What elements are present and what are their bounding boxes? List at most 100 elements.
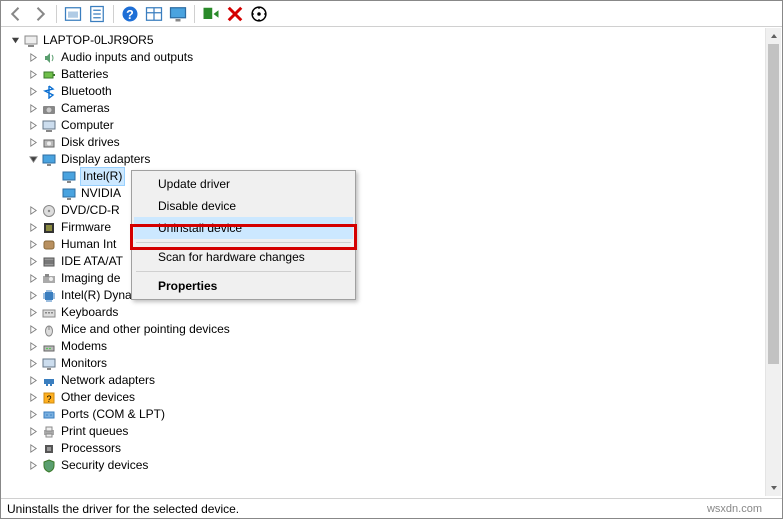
chevron-icon[interactable] bbox=[27, 375, 39, 387]
chevron-icon[interactable] bbox=[27, 137, 39, 149]
chevron-icon[interactable] bbox=[27, 239, 39, 251]
ports-icon bbox=[41, 407, 57, 423]
display-icon bbox=[41, 152, 57, 168]
chevron-icon[interactable] bbox=[27, 120, 39, 132]
tree-category-label: Other devices bbox=[61, 389, 135, 406]
menu-update-driver[interactable]: Update driver bbox=[134, 173, 353, 195]
tree-category-label: Audio inputs and outputs bbox=[61, 49, 193, 66]
tree-category[interactable]: Security devices bbox=[5, 457, 782, 474]
chevron-icon[interactable] bbox=[27, 341, 39, 353]
menu-scan-hardware[interactable]: Scan for hardware changes bbox=[134, 246, 353, 268]
chevron-icon[interactable] bbox=[27, 460, 39, 472]
tree-root[interactable]: LAPTOP-0LJR9OR5 bbox=[5, 32, 782, 49]
tree-category[interactable]: Mice and other pointing devices bbox=[5, 321, 782, 338]
imaging-icon bbox=[41, 271, 57, 287]
tree-category[interactable]: Display adapters bbox=[5, 151, 782, 168]
tree-category-label: Mice and other pointing devices bbox=[61, 321, 230, 338]
help-button[interactable]: ? bbox=[119, 3, 141, 25]
forward-button[interactable] bbox=[29, 3, 51, 25]
disk-icon bbox=[41, 135, 57, 151]
chevron-icon[interactable] bbox=[27, 409, 39, 421]
tree-category[interactable]: Disk drives bbox=[5, 134, 782, 151]
display-icon bbox=[61, 169, 77, 185]
chevron-icon[interactable] bbox=[27, 426, 39, 438]
security-icon bbox=[41, 458, 57, 474]
tree-category[interactable]: Network adapters bbox=[5, 372, 782, 389]
tree-category[interactable]: ? Other devices bbox=[5, 389, 782, 406]
view-grid-button[interactable] bbox=[143, 3, 165, 25]
tree-category[interactable]: Imaging de bbox=[5, 270, 782, 287]
tree-category[interactable]: Batteries bbox=[5, 66, 782, 83]
tree-category[interactable]: Monitors bbox=[5, 355, 782, 372]
chevron-icon[interactable] bbox=[27, 273, 39, 285]
tree-category[interactable]: Processors bbox=[5, 440, 782, 457]
tree-category[interactable]: Human Int bbox=[5, 236, 782, 253]
tree-category[interactable]: Print queues bbox=[5, 423, 782, 440]
chevron-icon[interactable] bbox=[27, 290, 39, 302]
chevron-icon[interactable] bbox=[27, 86, 39, 98]
chevron-icon[interactable] bbox=[27, 443, 39, 455]
tree-category[interactable]: IDE ATA/AT bbox=[5, 253, 782, 270]
monitors-icon bbox=[41, 356, 57, 372]
chevron-icon[interactable] bbox=[27, 222, 39, 234]
chevron-icon[interactable] bbox=[27, 205, 39, 217]
enable-button[interactable] bbox=[200, 3, 222, 25]
context-menu: Update driver Disable device Uninstall d… bbox=[131, 170, 356, 300]
properties-button[interactable] bbox=[86, 3, 108, 25]
chevron-icon[interactable] bbox=[27, 52, 39, 64]
scan-button[interactable] bbox=[248, 3, 270, 25]
tree-category-label: Security devices bbox=[61, 457, 148, 474]
back-button[interactable] bbox=[5, 3, 27, 25]
scrollbar[interactable] bbox=[765, 28, 781, 496]
tree-category[interactable]: Computer bbox=[5, 117, 782, 134]
tree-category[interactable]: Ports (COM & LPT) bbox=[5, 406, 782, 423]
chip-icon bbox=[41, 288, 57, 304]
tree-root-label: LAPTOP-0LJR9OR5 bbox=[43, 32, 154, 49]
svg-text:?: ? bbox=[126, 8, 134, 22]
chevron-icon[interactable] bbox=[27, 392, 39, 404]
menu-properties[interactable]: Properties bbox=[134, 275, 353, 297]
chevron-icon[interactable] bbox=[27, 154, 39, 166]
tree-category[interactable]: Cameras bbox=[5, 100, 782, 117]
tree-category[interactable]: Audio inputs and outputs bbox=[5, 49, 782, 66]
status-bar: Uninstalls the driver for the selected d… bbox=[1, 498, 782, 518]
monitor-button[interactable] bbox=[167, 3, 189, 25]
scroll-down-button[interactable] bbox=[766, 480, 781, 496]
menu-disable-device[interactable]: Disable device bbox=[134, 195, 353, 217]
tree-category[interactable]: Bluetooth bbox=[5, 83, 782, 100]
tree-device[interactable]: NVIDIA bbox=[5, 185, 782, 202]
tree-category[interactable]: Keyboards bbox=[5, 304, 782, 321]
tree-category[interactable]: Intel(R) Dynamic Platform and Thermal Fr… bbox=[5, 287, 782, 304]
chevron-icon[interactable] bbox=[27, 307, 39, 319]
menu-item-label: Update driver bbox=[158, 177, 230, 191]
network-icon bbox=[41, 373, 57, 389]
status-text: Uninstalls the driver for the selected d… bbox=[7, 502, 239, 516]
mouse-icon bbox=[41, 322, 57, 338]
chevron-icon[interactable] bbox=[27, 358, 39, 370]
tree-category-label: Monitors bbox=[61, 355, 107, 372]
tree-device-label: Intel(R) bbox=[81, 168, 124, 185]
svg-text:?: ? bbox=[46, 394, 51, 404]
tree-category[interactable]: Modems bbox=[5, 338, 782, 355]
tree-category-label: Human Int bbox=[61, 236, 116, 253]
chevron-icon[interactable] bbox=[27, 256, 39, 268]
menu-item-label: Uninstall device bbox=[158, 221, 242, 235]
tree-category[interactable]: Firmware bbox=[5, 219, 782, 236]
scroll-up-button[interactable] bbox=[766, 28, 781, 44]
tree-category-label: Batteries bbox=[61, 66, 108, 83]
chevron-icon[interactable] bbox=[27, 324, 39, 336]
audio-icon bbox=[41, 50, 57, 66]
tree-device[interactable]: Intel(R) bbox=[5, 168, 782, 185]
chevron-icon[interactable] bbox=[27, 69, 39, 81]
show-hidden-button[interactable] bbox=[62, 3, 84, 25]
tree-category[interactable]: DVD/CD-R bbox=[5, 202, 782, 219]
chevron-down-icon[interactable] bbox=[9, 35, 21, 47]
menu-uninstall-device[interactable]: Uninstall device bbox=[134, 217, 353, 239]
watermark: wsxdn.com bbox=[707, 503, 762, 515]
chevron-icon[interactable] bbox=[27, 103, 39, 115]
tree-category-label: Cameras bbox=[61, 100, 110, 117]
menu-item-label: Scan for hardware changes bbox=[158, 250, 305, 264]
dvd-icon bbox=[41, 203, 57, 219]
scroll-thumb[interactable] bbox=[768, 44, 779, 364]
uninstall-button[interactable] bbox=[224, 3, 246, 25]
